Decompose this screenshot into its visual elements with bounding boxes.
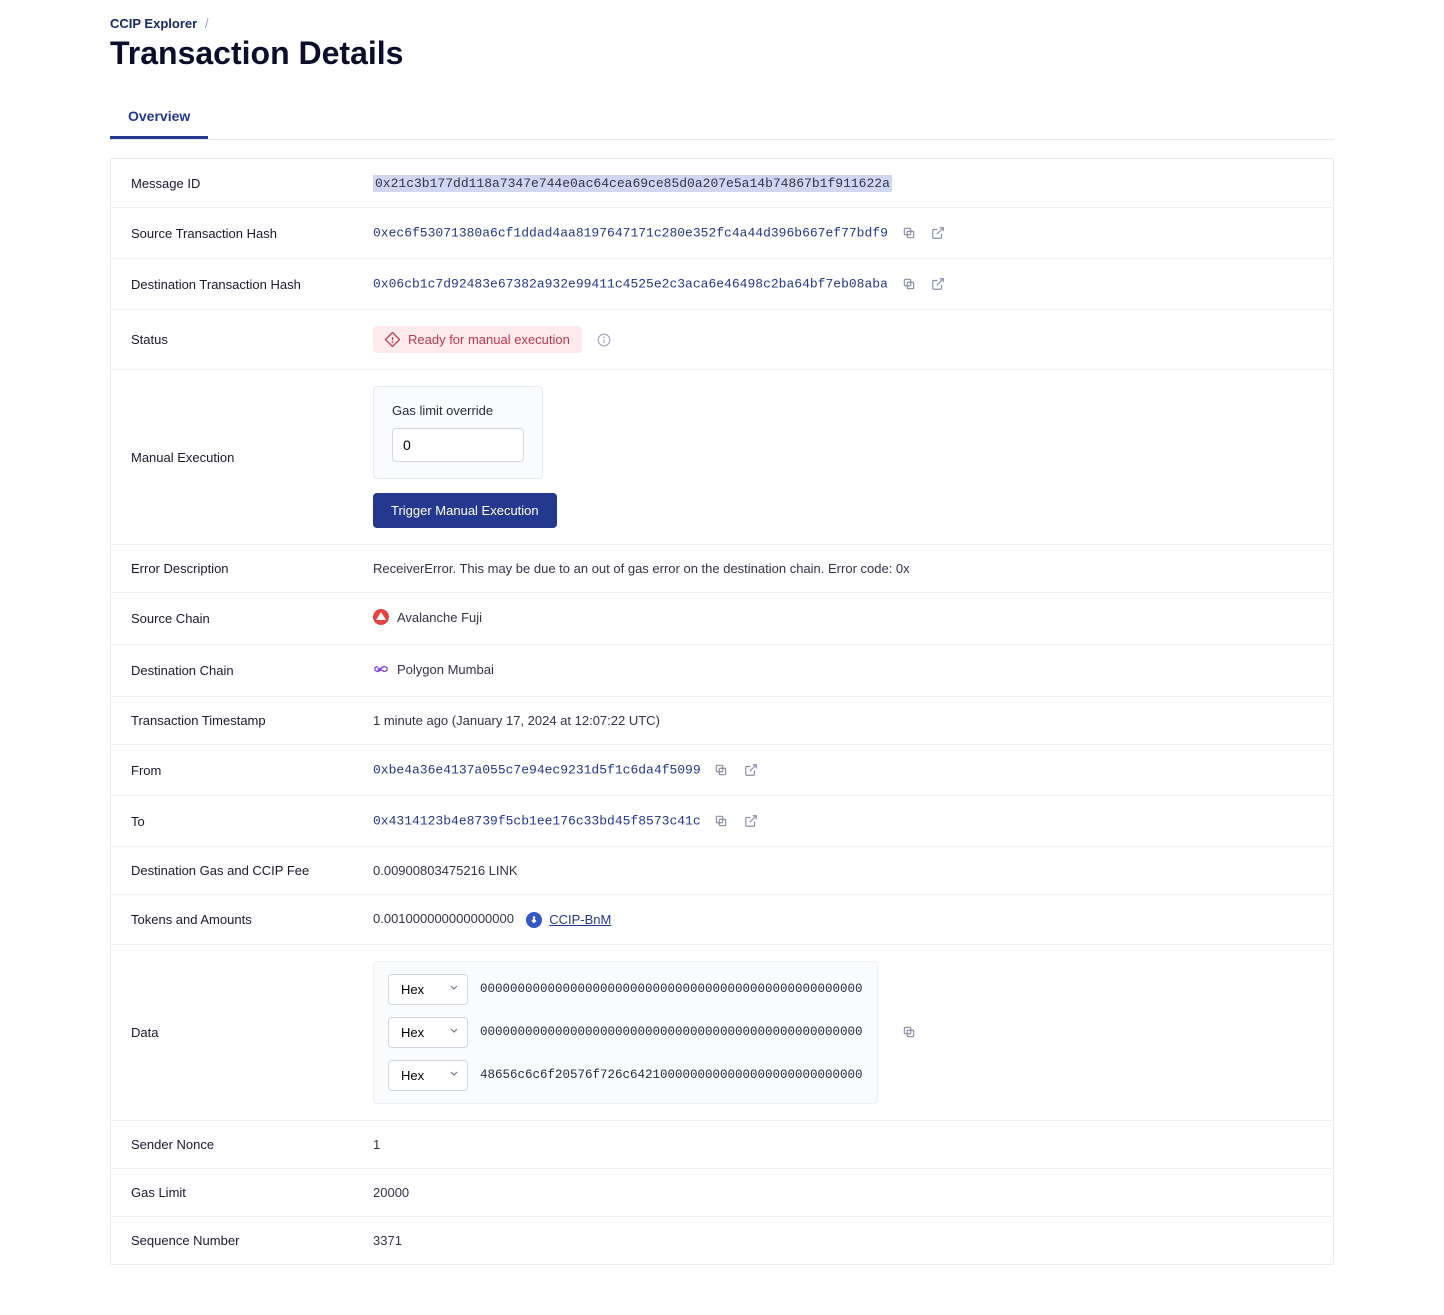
data-line-2: 48656c6c6f20576f726c64210000000000000000… xyxy=(480,1068,863,1082)
page-title: Transaction Details xyxy=(110,35,1334,72)
row-from: From 0xbe4a36e4137a055c7e94ec9231d5f1c6d… xyxy=(111,745,1333,796)
data-line-1: 0000000000000000000000000000000000000000… xyxy=(480,1025,863,1039)
breadcrumb-root-link[interactable]: CCIP Explorer xyxy=(110,16,197,31)
row-message-id: Message ID 0x21c3b177dd118a7347e744e0ac6… xyxy=(111,159,1333,208)
label-message-id: Message ID xyxy=(131,176,373,191)
tabs: Overview xyxy=(110,96,1334,140)
copy-icon[interactable] xyxy=(900,1023,918,1041)
row-tokens: Tokens and Amounts 0.001000000000000000 … xyxy=(111,895,1333,945)
gas-override-input[interactable] xyxy=(392,428,524,462)
details-card: Message ID 0x21c3b177dd118a7347e744e0ac6… xyxy=(110,158,1334,1265)
row-to: To 0x4314123b4e8739f5cb1ee176c33bd45f857… xyxy=(111,796,1333,847)
token-amount: 0.001000000000000000 xyxy=(373,911,514,926)
breadcrumb: CCIP Explorer / xyxy=(110,0,1334,31)
label-timestamp: Transaction Timestamp xyxy=(131,713,373,728)
copy-icon[interactable] xyxy=(712,812,730,830)
label-source-chain: Source Chain xyxy=(131,611,373,626)
status-text: Ready for manual execution xyxy=(408,332,570,347)
label-gas-fee: Destination Gas and CCIP Fee xyxy=(131,863,373,878)
label-nonce: Sender Nonce xyxy=(131,1137,373,1152)
gas-override-label: Gas limit override xyxy=(392,403,524,418)
gas-override-box: Gas limit override xyxy=(373,386,543,479)
copy-icon[interactable] xyxy=(900,275,918,293)
label-tokens: Tokens and Amounts xyxy=(131,912,373,927)
status-badge: Ready for manual execution xyxy=(373,326,582,353)
avalanche-icon xyxy=(373,609,389,625)
label-from: From xyxy=(131,763,373,778)
label-dest-chain: Destination Chain xyxy=(131,663,373,678)
nonce-value: 1 xyxy=(373,1137,1313,1152)
external-link-icon[interactable] xyxy=(929,224,947,242)
trigger-execution-button[interactable]: Trigger Manual Execution xyxy=(373,493,557,528)
row-timestamp: Transaction Timestamp 1 minute ago (Janu… xyxy=(111,697,1333,745)
label-gas-limit: Gas Limit xyxy=(131,1185,373,1200)
external-link-icon[interactable] xyxy=(742,812,760,830)
error-desc-value: ReceiverError. This may be due to an out… xyxy=(373,561,1313,576)
label-status: Status xyxy=(131,332,373,347)
row-error-description: Error Description ReceiverError. This ma… xyxy=(111,545,1333,593)
data-format-select-2: Hex xyxy=(388,1060,468,1091)
token-icon xyxy=(526,912,542,928)
source-tx-link[interactable]: 0xec6f53071380a6cf1ddad4aa8197647171c280… xyxy=(373,225,888,240)
row-manual-execution: Manual Execution Gas limit override Trig… xyxy=(111,370,1333,545)
data-block: Hex 000000000000000000000000000000000000… xyxy=(373,961,878,1104)
source-chain-name: Avalanche Fuji xyxy=(397,610,482,625)
external-link-icon[interactable] xyxy=(742,761,760,779)
alert-diamond-icon xyxy=(385,332,400,347)
label-source-tx: Source Transaction Hash xyxy=(131,226,373,241)
row-source-tx: Source Transaction Hash 0xec6f53071380a6… xyxy=(111,208,1333,259)
dest-tx-link[interactable]: 0x06cb1c7d92483e67382a932e99411c4525e2c3… xyxy=(373,276,888,291)
info-icon[interactable] xyxy=(596,332,612,348)
dest-chain-name: Polygon Mumbai xyxy=(397,662,494,677)
external-link-icon[interactable] xyxy=(929,275,947,293)
row-source-chain: Source Chain Avalanche Fuji xyxy=(111,593,1333,645)
data-format-select-1[interactable]: Hex xyxy=(388,1017,468,1048)
token-name-link[interactable]: CCIP-BnM xyxy=(549,912,611,927)
data-format-select-0[interactable]: Hex xyxy=(388,974,468,1005)
tab-overview[interactable]: Overview xyxy=(110,96,208,139)
sequence-value: 3371 xyxy=(373,1233,1313,1248)
row-gas-fee: Destination Gas and CCIP Fee 0.009008034… xyxy=(111,847,1333,895)
row-dest-tx: Destination Transaction Hash 0x06cb1c7d9… xyxy=(111,259,1333,310)
label-dest-tx: Destination Transaction Hash xyxy=(131,277,373,292)
data-line-0: 0000000000000000000000000000000000000000… xyxy=(480,982,863,996)
gas-limit-value: 20000 xyxy=(373,1185,1313,1200)
gas-fee-value: 0.00900803475216 LINK xyxy=(373,863,1313,878)
message-id-value: 0x21c3b177dd118a7347e744e0ac64cea69ce85d… xyxy=(373,175,892,192)
row-dest-chain: Destination Chain Polygon Mumbai xyxy=(111,645,1333,697)
breadcrumb-separator: / xyxy=(205,16,209,31)
label-data: Data xyxy=(131,1025,373,1040)
label-error-desc: Error Description xyxy=(131,561,373,576)
timestamp-value: 1 minute ago (January 17, 2024 at 12:07:… xyxy=(373,713,1313,728)
label-sequence: Sequence Number xyxy=(131,1233,373,1248)
row-gas-limit: Gas Limit 20000 xyxy=(111,1169,1333,1217)
row-nonce: Sender Nonce 1 xyxy=(111,1121,1333,1169)
to-address-link[interactable]: 0x4314123b4e8739f5cb1ee176c33bd45f8573c4… xyxy=(373,813,701,828)
polygon-icon xyxy=(373,661,389,677)
copy-icon[interactable] xyxy=(712,761,730,779)
copy-icon[interactable] xyxy=(900,224,918,242)
row-status: Status Ready for manual execution xyxy=(111,310,1333,370)
label-to: To xyxy=(131,814,373,829)
from-address-link[interactable]: 0xbe4a36e4137a055c7e94ec9231d5f1c6da4f50… xyxy=(373,762,701,777)
row-data: Data Hex 0000000000000000000000000000000… xyxy=(111,945,1333,1121)
label-manual: Manual Execution xyxy=(131,450,373,465)
